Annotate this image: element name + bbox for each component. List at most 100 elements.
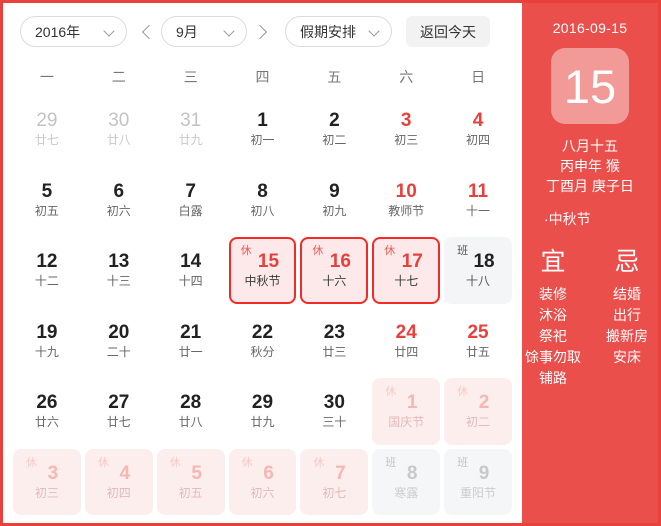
day-cell[interactable]: 14 十四 [157,237,225,304]
day-number-wrap: 6 [251,463,274,484]
chevron-down-icon [224,26,235,37]
year-select[interactable]: 2016年 [20,16,127,47]
chevron-right-icon [252,24,267,39]
day-number-wrap: 26 [36,393,57,413]
day-number-wrap: 11 [468,180,489,202]
ji-list: 结婚 出行 搬新房 安床 [598,284,656,368]
day-cell[interactable]: 休 16 十六 [300,237,369,304]
day-number: 11 [468,180,489,202]
day-lunar-label: 初二 [466,415,491,430]
day-cell[interactable]: 2 初二 [300,96,368,163]
day-cell[interactable]: 休 1 国庆节 [372,378,441,445]
day-number-wrap: 14 [180,252,201,272]
day-lunar-label: 初三 [394,133,419,148]
day-number-wrap: 6 [113,181,124,202]
detail-ganzhi-month-day: 丁酉月 庚子日 [546,178,634,194]
month-grid: 29 廿七 30 廿八 31 廿九 1 初一 2 初二 3 初三 4 初四 5 初五 6 初六 7 白露 8 初八 9 初九 1… [3,94,522,523]
yi-item: 铺路 [539,369,567,386]
day-cell[interactable]: 20 二十 [85,308,153,375]
month-select[interactable]: 9月 [161,16,247,47]
detail-festival: ·中秋节 [544,211,591,227]
day-cell[interactable]: 12 十二 [13,237,81,304]
day-badge: 休 [384,245,396,257]
day-cell[interactable]: 26 廿六 [13,378,81,445]
day-number-wrap: 2 [329,111,340,131]
day-cell[interactable]: 3 初三 [372,96,440,163]
day-number: 29 [36,110,58,132]
day-number: 3 [400,110,412,132]
day-cell[interactable]: 5 初五 [13,167,81,234]
prev-month-button[interactable] [133,17,161,47]
day-lunar-label: 十二 [34,274,59,289]
next-month-button[interactable] [247,17,275,47]
day-cell[interactable]: 11 十一 [444,167,512,234]
day-cell[interactable]: 31 廿九 [157,96,225,163]
yi-item: 装修 [539,285,567,302]
day-number-wrap: 25 [467,321,489,343]
day-cell[interactable]: 19 十九 [13,308,81,375]
day-cell[interactable]: 24 廿四 [372,308,440,375]
day-number-wrap: 30 [108,111,129,131]
day-cell[interactable]: 8 初八 [229,167,297,234]
day-cell[interactable]: 休 6 初六 [228,448,297,515]
day-cell[interactable]: 班 18 十八 [444,237,512,304]
detail-lunar-date: 八月十五 [561,138,618,154]
day-cell[interactable]: 休 15 中秋节 [228,237,297,304]
day-cell[interactable]: 休 4 初四 [84,448,153,515]
day-cell[interactable]: 休 7 初七 [300,448,369,515]
chevron-left-icon [141,24,156,39]
day-cell[interactable]: 27 廿七 [85,378,153,445]
day-cell[interactable]: 28 廿八 [157,378,225,445]
day-number-wrap: 30 [324,393,345,413]
day-cell[interactable]: 23 廿三 [300,308,368,375]
day-cell[interactable]: 21 廿一 [157,308,225,375]
day-badge: 休 [457,386,469,398]
day-cell[interactable]: 班 8 寒露 [372,448,441,515]
day-number: 26 [36,392,58,414]
day-number: 5 [41,180,53,202]
day-cell[interactable]: 6 初六 [85,167,153,234]
day-badge: 休 [97,456,109,469]
day-number-wrap: 2 [467,393,490,413]
day-number-wrap: 3 [401,111,412,131]
holiday-mode-select[interactable]: 假期安排 [285,16,392,47]
day-number-wrap: 3 [36,463,59,484]
day-lunar-label: 初一 [250,133,275,148]
day-number: 4 [119,462,131,484]
day-number: 31 [180,110,202,132]
day-lunar-label: 教师节 [388,203,425,218]
day-cell[interactable]: 7 白露 [157,167,225,234]
day-cell[interactable]: 29 廿七 [13,96,81,163]
day-number: 2 [329,110,340,132]
day-cell[interactable]: 13 十三 [85,237,153,304]
day-cell[interactable]: 4 初四 [444,96,512,163]
day-number: 25 [467,321,489,343]
day-cell[interactable]: 9 初九 [300,167,368,234]
day-cell[interactable]: 30 廿八 [85,96,153,163]
day-number: 8 [257,180,268,202]
day-number: 14 [180,251,202,273]
month-select-label: 9月 [176,23,198,40]
day-lunar-label: 初二 [322,133,347,148]
back-to-today-button[interactable]: 返回今天 [406,16,490,47]
day-cell[interactable]: 22 秋分 [229,308,297,375]
day-number: 18 [473,251,495,273]
day-cell[interactable]: 休 17 十七 [372,237,441,304]
day-number: 12 [36,251,58,273]
calendar-app: 2016年 9月 假期安排 返回今天 一二三四五六日 29 廿七 30 廿八 3… [0,0,661,526]
day-cell[interactable]: 29 廿九 [229,378,297,445]
day-cell[interactable]: 休 2 初二 [444,378,512,445]
calendar-pane: 2016年 9月 假期安排 返回今天 一二三四五六日 29 廿七 30 廿八 3… [3,3,522,523]
day-cell[interactable]: 10 教师节 [372,167,440,234]
day-cell[interactable]: 30 三十 [300,378,368,445]
day-cell[interactable]: 班 9 重阳节 [444,448,512,515]
ji-item: 出行 [613,306,641,323]
day-lunar-label: 廿九 [178,133,203,148]
weekday-label-5: 六 [399,69,414,85]
day-number: 13 [108,251,130,273]
day-lunar-label: 廿七 [34,133,59,148]
day-cell[interactable]: 1 初一 [229,96,297,163]
day-cell[interactable]: 休 3 初三 [13,448,81,515]
day-cell[interactable]: 休 5 初五 [156,448,225,515]
day-cell[interactable]: 25 廿五 [444,308,512,375]
